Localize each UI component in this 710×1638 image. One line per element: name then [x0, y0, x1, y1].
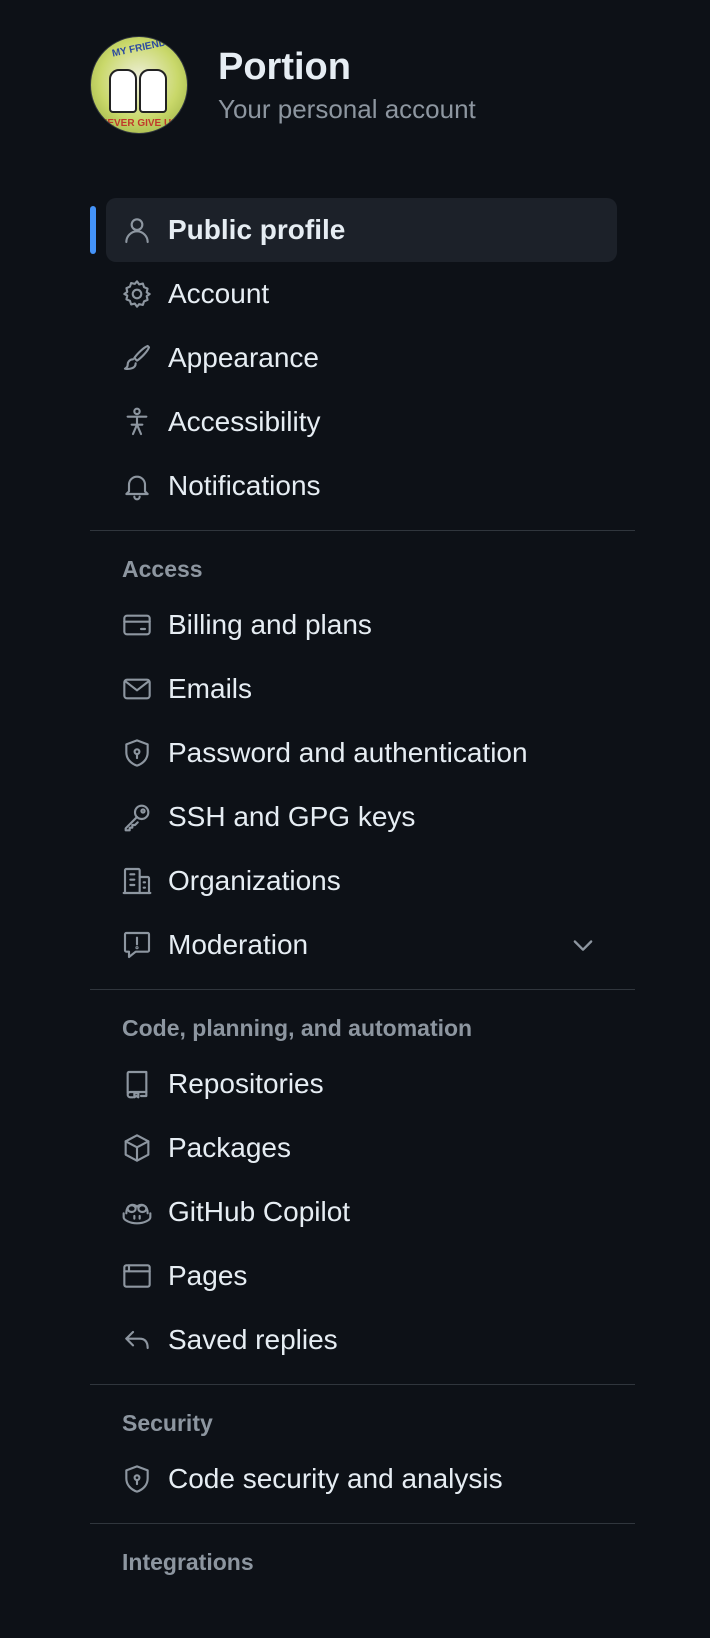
report-icon	[120, 928, 154, 962]
nav-item-label: Emails	[168, 673, 253, 704]
nav-item-moderation[interactable]: Moderation	[106, 913, 617, 977]
nav-divider	[90, 530, 635, 531]
section-heading-integrations: Integrations	[122, 1549, 254, 1575]
nav-item-organizations[interactable]: Organizations	[106, 849, 617, 913]
nav-item-appearance[interactable]: Appearance	[106, 326, 617, 390]
nav-item-public-profile[interactable]: Public profile	[90, 198, 617, 262]
nav-divider	[90, 989, 635, 990]
browser-icon	[120, 1259, 154, 1293]
nav-item-label: Accessibility	[168, 406, 321, 437]
nav-item-billing[interactable]: Billing and plans	[106, 593, 617, 657]
nav-item-label: Saved replies	[168, 1324, 338, 1355]
nav-item-label: Packages	[168, 1132, 291, 1163]
nav-item-label: Password and authentication	[168, 737, 528, 768]
person-icon	[120, 213, 154, 247]
nav-item-label: Account	[168, 278, 270, 309]
nav-item-label: Appearance	[168, 342, 320, 373]
nav-item-packages[interactable]: Packages	[106, 1116, 617, 1180]
package-icon	[120, 1131, 154, 1165]
gear-icon	[120, 277, 154, 311]
nav-item-account[interactable]: Account	[106, 262, 617, 326]
nav-item-saved-replies[interactable]: Saved replies	[106, 1308, 617, 1372]
avatar-text-top: MY FRIEND	[111, 37, 167, 60]
bell-icon	[120, 469, 154, 503]
paintbrush-icon	[120, 341, 154, 375]
account-subtitle: Your personal account	[218, 94, 476, 124]
credit-card-icon	[120, 608, 154, 642]
section-heading-access: Access	[122, 556, 203, 582]
accessibility-icon	[120, 405, 154, 439]
key-icon	[120, 800, 154, 834]
shield-lock-icon	[120, 1462, 154, 1496]
nav-item-label: Organizations	[168, 865, 341, 896]
avatar-text-bottom: NEVER GIVE UP	[100, 118, 178, 129]
copilot-icon	[120, 1195, 154, 1229]
reply-icon	[120, 1323, 154, 1357]
chevron-down-icon[interactable]	[569, 931, 597, 964]
nav-divider	[90, 1384, 635, 1385]
nav-item-password-authentication[interactable]: Password and authentication	[106, 721, 617, 785]
account-name[interactable]: Portion	[218, 44, 476, 90]
nav-item-label: Moderation	[168, 929, 309, 960]
avatar-figure-right	[139, 69, 167, 113]
nav-item-code-security[interactable]: Code security and analysis	[106, 1447, 617, 1511]
mail-icon	[120, 672, 154, 706]
settings-sidebar: Public profile Account Appearance Access…	[90, 198, 635, 1586]
organization-icon	[120, 864, 154, 898]
nav-item-label: SSH and GPG keys	[168, 801, 416, 832]
nav-item-notifications[interactable]: Notifications	[106, 454, 617, 518]
shield-lock-icon	[120, 736, 154, 770]
account-header: MY FRIEND NEVER GIVE UP Portion Your per…	[90, 36, 476, 134]
nav-item-accessibility[interactable]: Accessibility	[106, 390, 617, 454]
nav-item-label: Pages	[168, 1260, 248, 1291]
avatar[interactable]: MY FRIEND NEVER GIVE UP	[90, 36, 188, 134]
nav-item-label: GitHub Copilot	[168, 1196, 351, 1227]
nav-item-label: Public profile	[168, 214, 346, 245]
nav-item-label: Notifications	[168, 470, 321, 501]
nav-item-label: Repositories	[168, 1068, 324, 1099]
nav-item-pages[interactable]: Pages	[106, 1244, 617, 1308]
nav-item-label: Billing and plans	[168, 609, 372, 640]
repo-icon	[120, 1067, 154, 1101]
nav-item-label: Code security and analysis	[168, 1463, 503, 1494]
nav-item-emails[interactable]: Emails	[106, 657, 617, 721]
nav-item-ssh-gpg-keys[interactable]: SSH and GPG keys	[106, 785, 617, 849]
nav-divider	[90, 1523, 635, 1524]
nav-item-repositories[interactable]: Repositories	[106, 1052, 617, 1116]
nav-item-github-copilot[interactable]: GitHub Copilot	[106, 1180, 617, 1244]
avatar-figure-left	[109, 69, 137, 113]
section-heading-security: Security	[122, 1410, 213, 1436]
section-heading-code: Code, planning, and automation	[122, 1015, 473, 1041]
